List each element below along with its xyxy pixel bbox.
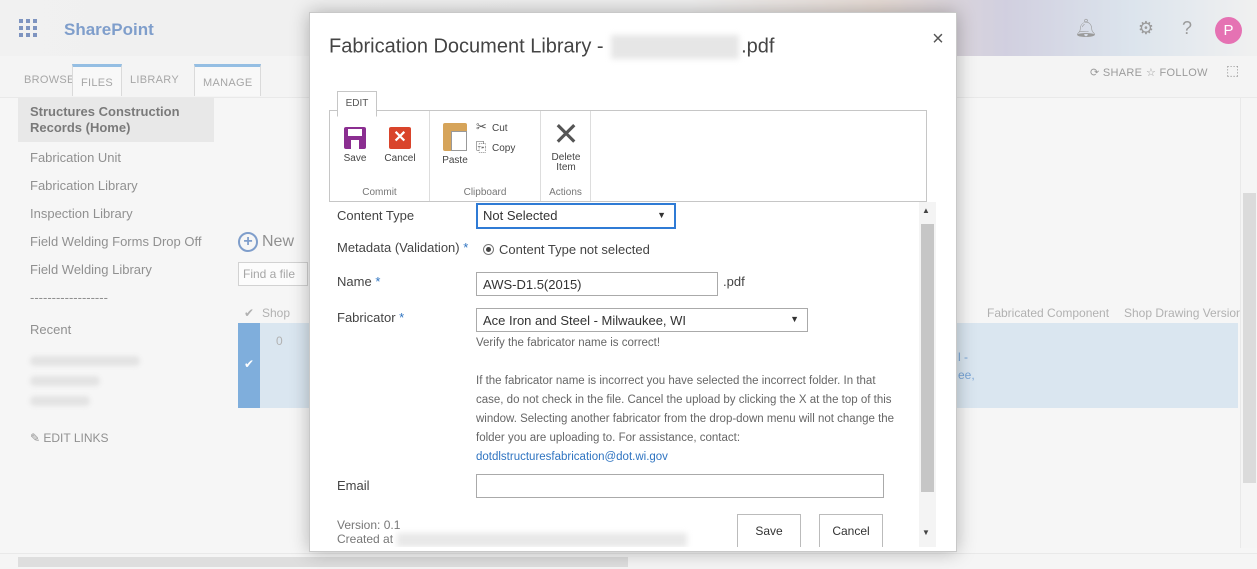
ribbon-save-button[interactable]: Save	[340, 127, 370, 164]
metadata-value: Content Type not selected	[499, 242, 650, 257]
redacted-created-info	[397, 532, 688, 547]
name-label-text: Name	[337, 274, 372, 289]
cancel-button[interactable]: Cancel	[819, 514, 883, 547]
fabricator-help-text: If the fabricator name is incorrect you …	[476, 372, 896, 467]
ribbon-cancel-button[interactable]: ✕ Cancel	[380, 127, 420, 164]
ribbon-delete-item-button[interactable]: ✕ Delete Item	[545, 116, 587, 173]
ribbon-group-label: Clipboard	[463, 187, 507, 198]
paste-icon	[443, 123, 467, 151]
ribbon-group-label: Actions	[549, 187, 582, 198]
required-mark: *	[399, 310, 405, 325]
name-input[interactable]: AWS-D1.5(2015)	[476, 272, 718, 296]
metadata-label-text: Metadata (Validation)	[337, 240, 460, 255]
chevron-down-icon: ▼	[790, 314, 799, 324]
ribbon-paste-button[interactable]: Paste	[438, 123, 472, 166]
ribbon-paste-label: Paste	[442, 155, 468, 166]
dialog-ribbon: Save ✕ Cancel Commit Paste ✂ Cut ⎘ Copy Cl…	[329, 110, 927, 202]
cancel-icon: ✕	[389, 127, 411, 149]
required-mark: *	[375, 274, 381, 289]
verify-fabricator-text: Verify the fabricator name is correct!	[476, 337, 661, 349]
ribbon-delete-label: Item	[556, 162, 576, 173]
metadata-label: Metadata (Validation) *	[337, 240, 468, 255]
ribbon-group-clipboard: Paste ✂ Cut ⎘ Copy Clipboard	[430, 111, 541, 201]
content-type-select[interactable]: Not Selected ▼	[476, 203, 676, 229]
content-type-value: Not Selected	[483, 208, 558, 223]
email-input[interactable]	[476, 474, 884, 498]
required-mark: *	[463, 240, 469, 255]
ribbon-cut-button[interactable]: ✂ Cut	[476, 119, 508, 135]
ribbon-save-label: Save	[343, 153, 367, 164]
ribbon-copy-label: Copy	[492, 143, 516, 154]
ribbon-group-label: Commit	[362, 187, 397, 198]
scrollbar-thumb[interactable]	[921, 224, 934, 492]
name-label: Name *	[337, 274, 380, 289]
edit-properties-dialog: Fabrication Document Library - .pdf × ED…	[309, 12, 957, 552]
metadata-radio[interactable]: Content Type not selected	[483, 242, 650, 257]
copy-icon: ⎘	[476, 139, 487, 154]
fabricator-value: Ace Iron and Steel - Milwaukee, WI	[483, 313, 687, 328]
ribbon-group-actions: ✕ Delete Item Actions	[541, 111, 591, 201]
tab-edit[interactable]: EDIT	[337, 91, 377, 117]
created-at-label: Created at	[337, 532, 394, 546]
fabricator-label-text: Fabricator	[337, 310, 396, 325]
help-email-link[interactable]: dotdlstructuresfabrication@dot.wi.gov	[476, 451, 668, 463]
fabricator-label: Fabricator *	[337, 310, 404, 325]
name-extension: .pdf	[723, 274, 745, 289]
ribbon-cancel-label: Cancel	[384, 153, 416, 164]
radio-icon	[483, 244, 494, 255]
ribbon-copy-button[interactable]: ⎘ Copy	[476, 139, 515, 155]
scroll-down-icon[interactable]: ▼	[922, 528, 930, 537]
scroll-up-icon[interactable]: ▲	[922, 206, 930, 215]
delete-icon: ✕	[552, 116, 580, 152]
help-paragraph: If the fabricator name is incorrect you …	[476, 375, 895, 444]
properties-form: Content Type Not Selected ▼ Metadata (Va…	[329, 202, 919, 547]
dialog-title-suffix: .pdf	[741, 35, 775, 58]
scissors-icon: ✂	[476, 119, 487, 134]
fabricator-select[interactable]: Ace Iron and Steel - Milwaukee, WI ▼	[476, 308, 808, 332]
ribbon-cut-label: Cut	[492, 123, 508, 134]
content-type-label: Content Type	[337, 208, 415, 223]
dialog-title-prefix: Fabrication Document Library -	[329, 35, 604, 58]
ribbon-group-commit: Save ✕ Cancel Commit	[330, 111, 430, 201]
email-label: Email	[337, 478, 370, 493]
created-at-text: Created at	[337, 532, 688, 547]
redacted-filename	[611, 35, 740, 59]
dialog-title: Fabrication Document Library - .pdf	[329, 35, 774, 59]
chevron-down-icon: ▼	[657, 210, 666, 220]
close-icon[interactable]: ×	[926, 28, 950, 51]
save-icon	[344, 127, 366, 149]
version-text: Version: 0.1	[337, 518, 401, 532]
save-button[interactable]: Save	[737, 514, 801, 547]
dialog-scrollbar[interactable]: ▲ ▼	[919, 202, 936, 547]
